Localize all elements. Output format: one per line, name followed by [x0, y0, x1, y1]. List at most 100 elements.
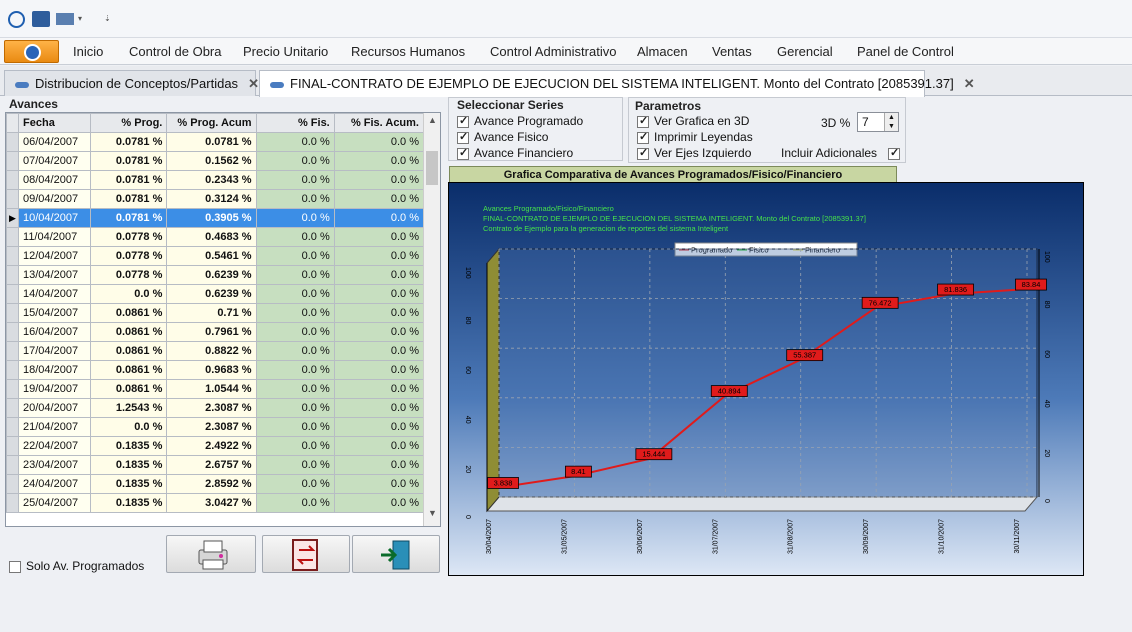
- tab-contrato[interactable]: FINAL-CONTRATO DE EJEMPLO DE EJECUCION D…: [259, 70, 975, 97]
- cell-fecha[interactable]: 18/04/2007: [18, 360, 92, 380]
- cell-prog-acum[interactable]: 0.71 %: [166, 303, 257, 323]
- cell-fecha[interactable]: 19/04/2007: [18, 379, 92, 399]
- col-prog-acum[interactable]: % Prog. Acum: [166, 113, 257, 133]
- cell-fis-acum[interactable]: 0.0 %: [333, 246, 425, 266]
- cell-fis[interactable]: 0.0 %: [255, 322, 335, 342]
- cell-fecha[interactable]: 20/04/2007: [18, 398, 92, 418]
- cell-prog-acum[interactable]: 0.6239 %: [166, 284, 257, 304]
- row-selector[interactable]: [6, 189, 20, 209]
- row-selector[interactable]: [6, 227, 20, 247]
- cell-fis[interactable]: 0.0 %: [255, 493, 335, 513]
- cell-prog-acum[interactable]: 0.3905 %: [166, 208, 257, 228]
- cell-fis[interactable]: 0.0 %: [255, 170, 335, 190]
- cell-prog-acum[interactable]: 1.0544 %: [166, 379, 257, 399]
- row-selector[interactable]: [6, 151, 20, 171]
- compass-icon[interactable]: [8, 11, 25, 28]
- scroll-up-icon[interactable]: ▲: [424, 115, 440, 131]
- row-selector[interactable]: [6, 170, 20, 190]
- table-row[interactable]: 19/04/2007 0.0861 % 1.0544 % 0.0 % 0.0 %: [6, 379, 425, 399]
- cell-prog-acum[interactable]: 0.0781 %: [166, 132, 257, 152]
- cell-prog[interactable]: 0.0861 %: [90, 322, 168, 342]
- menu-almacen[interactable]: Almacen: [637, 44, 688, 59]
- cell-fis[interactable]: 0.0 %: [255, 284, 335, 304]
- col-fis-acum[interactable]: % Fis. Acum.: [333, 113, 425, 133]
- cell-fis[interactable]: 0.0 %: [255, 189, 335, 209]
- param-imprimir-leyendas[interactable]: Imprimir Leyendas: [637, 130, 753, 144]
- cell-prog[interactable]: 0.0778 %: [90, 227, 168, 247]
- table-row[interactable]: ▶ 10/04/2007 0.0781 % 0.3905 % 0.0 % 0.0 %: [6, 208, 425, 228]
- menu-precio-unitario[interactable]: Precio Unitario: [243, 44, 328, 59]
- cell-prog-acum[interactable]: 0.9683 %: [166, 360, 257, 380]
- row-selector[interactable]: [6, 398, 20, 418]
- exit-button[interactable]: [352, 535, 440, 573]
- menu-gerencial[interactable]: Gerencial: [777, 44, 833, 59]
- spin-up-icon[interactable]: ▲: [884, 113, 898, 122]
- table-row[interactable]: 13/04/2007 0.0778 % 0.6239 % 0.0 % 0.0 %: [6, 265, 425, 285]
- save-icon[interactable]: [32, 11, 50, 27]
- table-row[interactable]: 07/04/2007 0.0781 % 0.1562 % 0.0 % 0.0 %: [6, 151, 425, 171]
- cell-prog-acum[interactable]: 2.4922 %: [166, 436, 257, 456]
- cell-fis[interactable]: 0.0 %: [255, 227, 335, 247]
- table-row[interactable]: 21/04/2007 0.0 % 2.3087 % 0.0 % 0.0 %: [6, 417, 425, 437]
- cell-fis[interactable]: 0.0 %: [255, 341, 335, 361]
- row-selector[interactable]: [6, 474, 20, 494]
- cell-prog-acum[interactable]: 0.1562 %: [166, 151, 257, 171]
- menu-control-administrativo[interactable]: Control Administrativo: [490, 44, 616, 59]
- cell-prog[interactable]: 0.0778 %: [90, 265, 168, 285]
- param-ver-ejes[interactable]: Ver Ejes Izquierdo: [637, 146, 751, 160]
- table-row[interactable]: 09/04/2007 0.0781 % 0.3124 % 0.0 % 0.0 %: [6, 189, 425, 209]
- cell-prog-acum[interactable]: 2.3087 %: [166, 417, 257, 437]
- cell-fis-acum[interactable]: 0.0 %: [333, 265, 425, 285]
- cell-fis-acum[interactable]: 0.0 %: [333, 493, 425, 513]
- cell-prog[interactable]: 0.0 %: [90, 284, 168, 304]
- row-selector[interactable]: [6, 417, 20, 437]
- cell-fis-acum[interactable]: 0.0 %: [333, 322, 425, 342]
- print-button[interactable]: [166, 535, 256, 573]
- cell-prog-acum[interactable]: 2.3087 %: [166, 398, 257, 418]
- cell-fis-acum[interactable]: 0.0 %: [333, 474, 425, 494]
- cell-fecha[interactable]: 07/04/2007: [18, 151, 92, 171]
- cell-fecha[interactable]: 14/04/2007: [18, 284, 92, 304]
- row-selector[interactable]: ▶: [6, 208, 20, 228]
- cell-fecha[interactable]: 25/04/2007: [18, 493, 92, 513]
- cell-fis[interactable]: 0.0 %: [255, 303, 335, 323]
- cell-prog[interactable]: 1.2543 %: [90, 398, 168, 418]
- row-selector[interactable]: [6, 493, 20, 513]
- cell-fis-acum[interactable]: 0.0 %: [333, 398, 425, 418]
- incluir-adicionales-checkbox[interactable]: [888, 146, 905, 160]
- table-row[interactable]: 11/04/2007 0.0778 % 0.4683 % 0.0 % 0.0 %: [6, 227, 425, 247]
- close-icon[interactable]: ✕: [964, 76, 975, 91]
- param-ver-3d[interactable]: Ver Grafica en 3D: [637, 114, 749, 128]
- cell-fecha[interactable]: 08/04/2007: [18, 170, 92, 190]
- avances-grid[interactable]: Fecha % Prog. % Prog. Acum % Fis. % Fis.…: [5, 112, 441, 527]
- cell-prog[interactable]: 0.0861 %: [90, 341, 168, 361]
- checkbox[interactable]: [457, 146, 469, 160]
- cell-fis-acum[interactable]: 0.0 %: [333, 227, 425, 247]
- table-row[interactable]: 15/04/2007 0.0861 % 0.71 % 0.0 % 0.0 %: [6, 303, 425, 323]
- tab-distribucion[interactable]: Distribucion de Conceptos/Partidas ✕: [4, 70, 259, 96]
- cell-fis-acum[interactable]: 0.0 %: [333, 189, 425, 209]
- cell-prog-acum[interactable]: 0.8822 %: [166, 341, 257, 361]
- table-row[interactable]: 24/04/2007 0.1835 % 2.8592 % 0.0 % 0.0 %: [6, 474, 425, 494]
- cell-prog[interactable]: 0.0861 %: [90, 360, 168, 380]
- cell-prog[interactable]: 0.0781 %: [90, 170, 168, 190]
- cell-fis-acum[interactable]: 0.0 %: [333, 455, 425, 475]
- cell-fis-acum[interactable]: 0.0 %: [333, 360, 425, 380]
- cell-prog-acum[interactable]: 0.6239 %: [166, 265, 257, 285]
- table-row[interactable]: 14/04/2007 0.0 % 0.6239 % 0.0 % 0.0 %: [6, 284, 425, 304]
- row-selector[interactable]: [6, 246, 20, 266]
- cell-fis[interactable]: 0.0 %: [255, 151, 335, 171]
- row-selector[interactable]: [6, 436, 20, 456]
- cell-fecha[interactable]: 16/04/2007: [18, 322, 92, 342]
- cell-prog[interactable]: 0.0781 %: [90, 151, 168, 171]
- cell-fecha[interactable]: 21/04/2007: [18, 417, 92, 437]
- checkbox[interactable]: [637, 130, 649, 144]
- cell-fis-acum[interactable]: 0.0 %: [333, 303, 425, 323]
- scroll-down-icon[interactable]: ▼: [424, 508, 440, 524]
- grid-scrollbar[interactable]: ▲ ▼: [423, 113, 440, 526]
- cell-prog[interactable]: 0.0781 %: [90, 208, 168, 228]
- cell-prog[interactable]: 0.0861 %: [90, 303, 168, 323]
- close-icon[interactable]: ✕: [248, 76, 259, 91]
- cell-fis[interactable]: 0.0 %: [255, 360, 335, 380]
- row-selector[interactable]: [6, 132, 20, 152]
